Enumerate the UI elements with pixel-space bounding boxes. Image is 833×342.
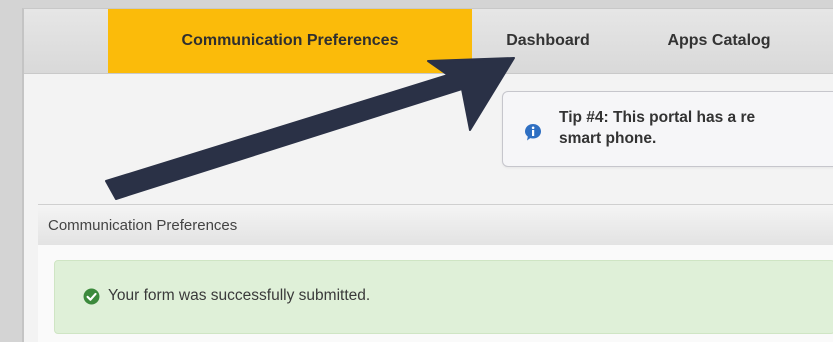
- tab-apps-catalog[interactable]: Apps Catalog: [644, 9, 794, 73]
- panel-body: Your form was successfully submitted.: [38, 245, 833, 342]
- info-icon: [525, 124, 541, 141]
- alert-message: Your form was successfully submitted.: [108, 287, 371, 304]
- panel-heading: Communication Preferences: [38, 204, 833, 246]
- top-navbar: Communication Preferences Dashboard Apps…: [24, 9, 833, 74]
- tab-dashboard[interactable]: Dashboard: [484, 9, 612, 73]
- success-alert: Your form was successfully submitted.: [54, 260, 833, 334]
- browser-page: Communication Preferences Dashboard Apps…: [22, 8, 833, 342]
- tip-text: Tip #4: This portal has a re smart phone…: [559, 109, 756, 147]
- panel-title: Communication Preferences: [48, 216, 238, 234]
- tip-box: Tip #4: This portal has a re smart phone…: [502, 91, 833, 167]
- check-circle-icon: [83, 288, 100, 305]
- tab-communication-preferences[interactable]: Communication Preferences: [108, 9, 472, 73]
